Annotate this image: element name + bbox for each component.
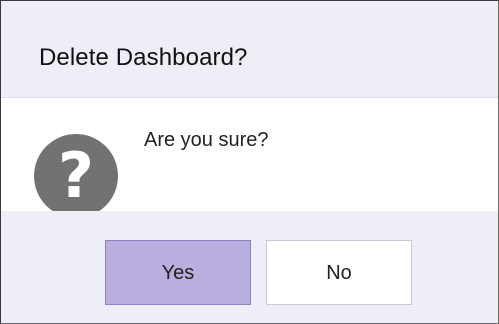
dialog-title: Delete Dashboard? <box>39 44 248 71</box>
dialog-body: ? Are you sure? <box>1 98 498 214</box>
dialog-footer: Yes No <box>1 211 498 323</box>
no-button[interactable]: No <box>266 240 412 305</box>
dialog-header: Delete Dashboard? <box>1 1 498 98</box>
question-mark-glyph: ? <box>58 139 94 212</box>
delete-dashboard-dialog: Delete Dashboard? ? Are you sure? Yes No <box>0 0 499 324</box>
yes-button[interactable]: Yes <box>105 240 251 305</box>
dialog-message: Are you sure? <box>144 129 269 151</box>
question-icon: ? <box>34 134 118 214</box>
